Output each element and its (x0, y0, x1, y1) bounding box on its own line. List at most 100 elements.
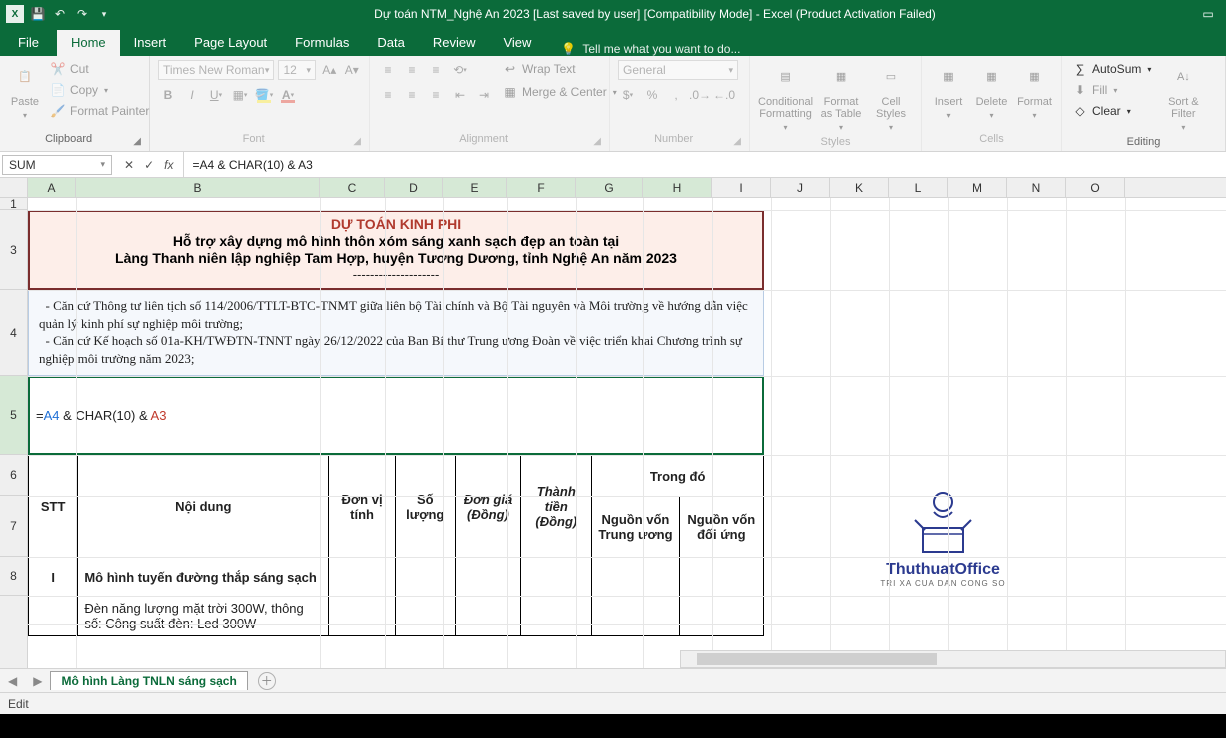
align-left-icon[interactable]: ≡ (378, 85, 398, 105)
underline-button[interactable]: U▾ (206, 85, 226, 105)
hdr-doiung[interactable]: Nguồn vốn đối ứng (679, 497, 763, 558)
autosum-button[interactable]: ∑AutoSum▾ (1070, 60, 1153, 78)
col-header-I[interactable]: I (712, 178, 771, 197)
wrap-text-button[interactable]: ↩Wrap Text (500, 60, 619, 78)
col-header-K[interactable]: K (830, 178, 889, 197)
copy-button[interactable]: 📄Copy▾ (48, 81, 151, 99)
align-bottom-icon[interactable]: ≡ (426, 60, 446, 80)
col-header-A[interactable]: A (28, 178, 76, 197)
hdr-stt[interactable]: STT (29, 456, 78, 558)
align-top-icon[interactable]: ≡ (378, 60, 398, 80)
row1-stt[interactable]: I (29, 558, 78, 597)
undo-icon[interactable]: ↶ (52, 6, 68, 22)
tab-review[interactable]: Review (419, 30, 490, 56)
align-middle-icon[interactable]: ≡ (402, 60, 422, 80)
hdr-thanhtien[interactable]: Thành tiền (Đồng) (521, 456, 592, 558)
percent-icon[interactable]: % (642, 85, 662, 105)
worksheet-grid[interactable]: ABCDEFGHIJKLMNO 1345678 DỰ TOÁN KINH PHI… (0, 178, 1226, 668)
tab-insert[interactable]: Insert (120, 30, 181, 56)
number-launcher-icon[interactable]: ◢ (733, 136, 741, 147)
fx-icon[interactable]: fx (164, 158, 173, 172)
cell-title-block[interactable]: DỰ TOÁN KINH PHI Hỗ trợ xây dựng mô hình… (28, 210, 764, 290)
hdr-trunguong[interactable]: Nguồn vốn Trung ương (592, 497, 679, 558)
merge-center-button[interactable]: ▦Merge & Center▾ (500, 83, 619, 101)
tab-view[interactable]: View (489, 30, 545, 56)
col-header-F[interactable]: F (507, 178, 576, 197)
tab-home[interactable]: Home (57, 30, 120, 56)
formula-input[interactable]: =A4 & CHAR(10) & A3 (183, 152, 1226, 177)
decrease-indent-icon[interactable]: ⇤ (450, 85, 470, 105)
font-color-button[interactable]: A▾ (278, 85, 298, 105)
col-header-L[interactable]: L (889, 178, 948, 197)
col-header-D[interactable]: D (385, 178, 443, 197)
accounting-icon[interactable]: $▾ (618, 85, 638, 105)
hdr-noidung[interactable]: Nội dung (78, 456, 329, 558)
font-name-combo[interactable]: Times New Roman▾ (158, 60, 274, 80)
decrease-font-icon[interactable]: A▾ (342, 60, 361, 80)
col-header-O[interactable]: O (1066, 178, 1125, 197)
number-format-combo[interactable]: General▾ (618, 60, 738, 80)
col-header-M[interactable]: M (948, 178, 1007, 197)
format-painter-button[interactable]: 🖌️Format Painter (48, 102, 151, 120)
insert-cells-button[interactable]: ▦Insert▾ (930, 60, 967, 122)
clipboard-launcher-icon[interactable]: ◢ (133, 136, 141, 147)
alignment-launcher-icon[interactable]: ◢ (593, 136, 601, 147)
italic-button[interactable]: I (182, 85, 202, 105)
col-header-H[interactable]: H (643, 178, 712, 197)
sort-filter-button[interactable]: A↓Sort & Filter▾ (1159, 60, 1207, 134)
col-header-B[interactable]: B (76, 178, 320, 197)
cancel-formula-icon[interactable]: ✕ (124, 158, 134, 172)
col-header-C[interactable]: C (320, 178, 385, 197)
ribbon-options-icon[interactable]: ▭ (1198, 4, 1218, 24)
col-header-G[interactable]: G (576, 178, 643, 197)
tell-me[interactable]: 💡Tell me what you want to do... (561, 42, 740, 56)
increase-font-icon[interactable]: A▴ (320, 60, 339, 80)
decrease-decimal-icon[interactable]: ←.0 (714, 85, 734, 105)
align-right-icon[interactable]: ≡ (426, 85, 446, 105)
delete-cells-button[interactable]: ▦Delete▾ (973, 60, 1010, 122)
tab-formulas[interactable]: Formulas (281, 30, 363, 56)
cell-styles-button[interactable]: ▭Cell Styles▾ (869, 60, 913, 134)
hdr-trongdo[interactable]: Trong đó (592, 456, 764, 497)
col-header-N[interactable]: N (1007, 178, 1066, 197)
qat-dropdown-icon[interactable]: ▾ (96, 6, 112, 22)
borders-button[interactable]: ▦▾ (230, 85, 250, 105)
increase-decimal-icon[interactable]: .0→ (690, 85, 710, 105)
row-header-4[interactable]: 4 (0, 290, 27, 376)
sheet-nav-next-icon[interactable]: ▶ (25, 674, 50, 688)
tab-file[interactable]: File (4, 30, 53, 56)
fill-color-button[interactable]: 🪣▾ (254, 85, 274, 105)
cut-button[interactable]: ✂️Cut (48, 60, 151, 78)
fill-button[interactable]: ⬇Fill▾ (1070, 81, 1153, 99)
conditional-formatting-button[interactable]: ▤Conditional Formatting▾ (758, 60, 813, 134)
row-header-8[interactable]: 8 (0, 557, 27, 596)
data-table[interactable]: STT Nội dung Đơn vị tính Số lượng Đơn gi… (28, 455, 764, 636)
bold-button[interactable]: B (158, 85, 178, 105)
row-header-3[interactable]: 3 (0, 210, 27, 290)
font-size-combo[interactable]: 12▾ (278, 60, 316, 80)
redo-icon[interactable]: ↷ (74, 6, 90, 22)
align-center-icon[interactable]: ≡ (402, 85, 422, 105)
tab-page-layout[interactable]: Page Layout (180, 30, 281, 56)
font-launcher-icon[interactable]: ◢ (353, 136, 361, 147)
row-header-5[interactable]: 5 (0, 376, 27, 455)
enter-formula-icon[interactable]: ✓ (144, 158, 154, 172)
cell-references[interactable]: - Căn cứ Thông tư liên tịch số 114/2006/… (28, 290, 764, 376)
row-header-6[interactable]: 6 (0, 455, 27, 496)
row-header-7[interactable]: 7 (0, 496, 27, 557)
paste-button[interactable]: 📋 Paste▾ (8, 60, 42, 122)
hdr-dongia[interactable]: Đơn giá (Đồng) (455, 456, 521, 558)
hdr-sl[interactable]: Số lượng (395, 456, 455, 558)
sheet-tab-active[interactable]: Mô hình Làng TNLN sáng sạch (50, 671, 247, 690)
add-sheet-button[interactable]: ＋ (258, 672, 276, 690)
comma-icon[interactable]: , (666, 85, 686, 105)
active-cell-a5[interactable]: =A4 & CHAR(10) & A3 (28, 376, 764, 455)
sheet-nav-prev-icon[interactable]: ◀ (0, 674, 25, 688)
format-cells-button[interactable]: ▦Format▾ (1016, 60, 1053, 122)
horizontal-scrollbar[interactable] (680, 650, 1226, 668)
increase-indent-icon[interactable]: ⇥ (474, 85, 494, 105)
clear-button[interactable]: ◇Clear▾ (1070, 102, 1153, 120)
row-header-1[interactable]: 1 (0, 198, 27, 210)
col-header-E[interactable]: E (443, 178, 507, 197)
save-icon[interactable]: 💾 (30, 6, 46, 22)
